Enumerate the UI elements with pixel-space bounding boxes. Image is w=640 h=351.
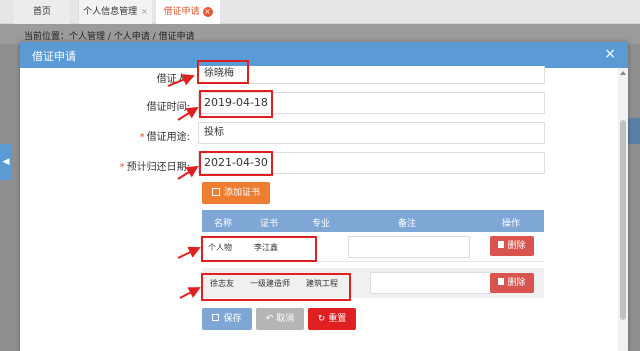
- arrow-icon: [177, 246, 201, 259]
- arrow-icon: [167, 74, 195, 87]
- arrow-icon: [177, 106, 199, 121]
- arrow-icon: [177, 165, 199, 180]
- annotation-arrows: [167, 74, 201, 299]
- arrow-icon: [179, 287, 201, 299]
